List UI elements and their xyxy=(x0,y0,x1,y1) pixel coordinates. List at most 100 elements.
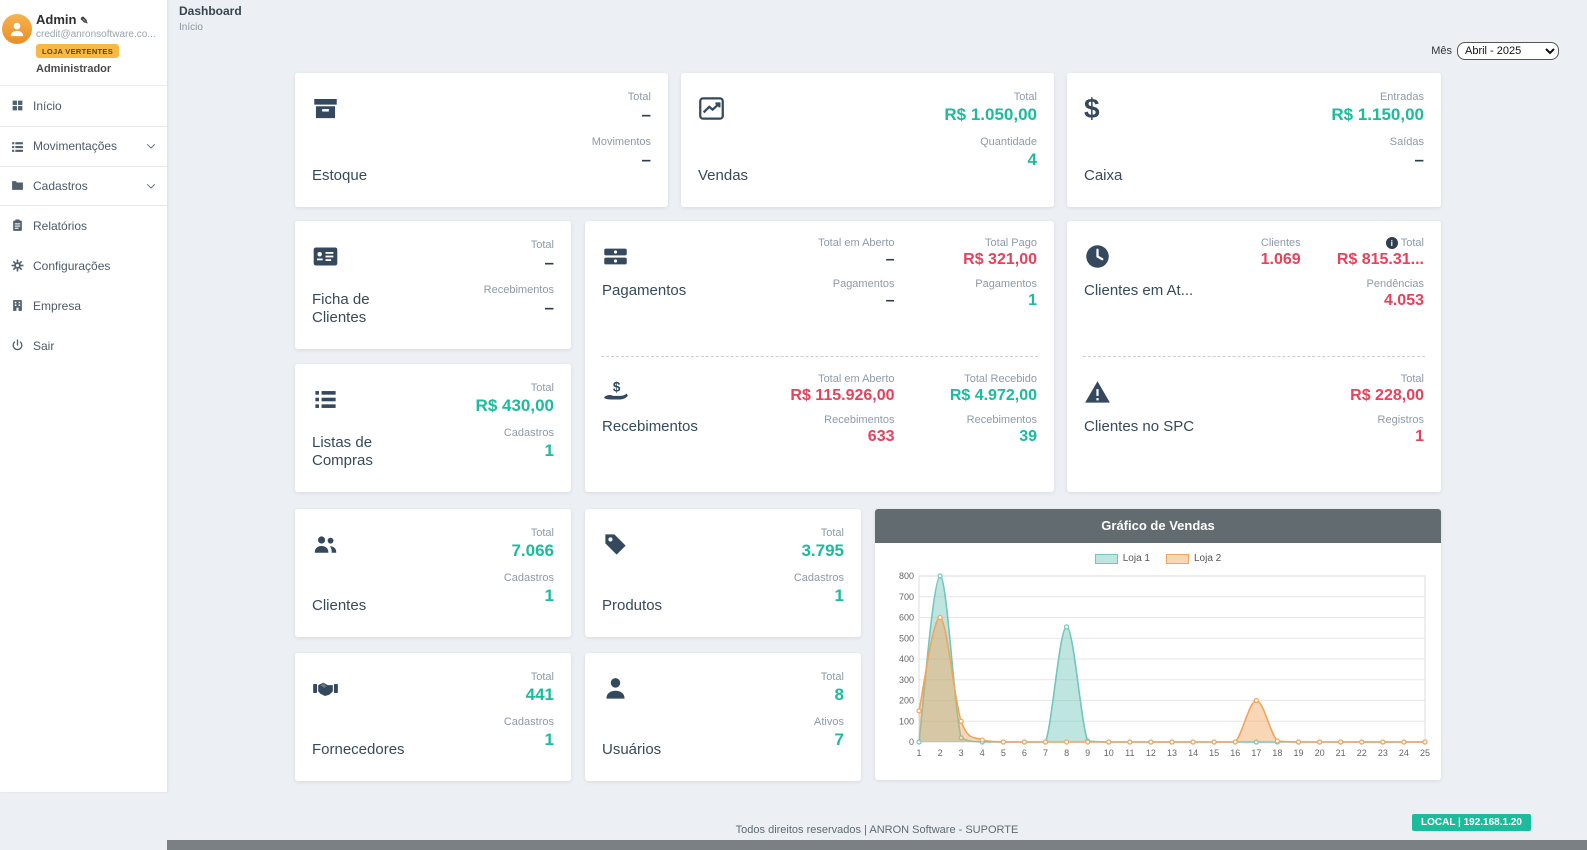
svg-text:7: 7 xyxy=(1043,748,1048,758)
breadcrumb[interactable]: Início xyxy=(179,22,242,33)
stat-label: Clientes xyxy=(1202,237,1301,249)
stat-label: Ativos xyxy=(814,716,844,728)
stat-value: 4.053 xyxy=(1301,292,1424,310)
legend-item[interactable]: Loja 1 xyxy=(1095,553,1150,564)
stat-label: Pagamentos xyxy=(895,278,1038,290)
menu-label: Cadastros xyxy=(33,179,88,193)
svg-text:2: 2 xyxy=(938,748,943,758)
stat-value: – xyxy=(592,105,651,125)
card-title: Estoque xyxy=(312,167,424,189)
svg-text:17: 17 xyxy=(1251,748,1261,758)
stat-label: Total em Aberto xyxy=(752,237,895,249)
svg-text:25: 25 xyxy=(1420,748,1430,758)
power-icon xyxy=(10,339,25,352)
svg-text:100: 100 xyxy=(899,716,914,726)
stat-value: 1 xyxy=(895,292,1038,310)
card-title: Produtos xyxy=(602,597,714,619)
building-icon xyxy=(10,299,25,312)
stat-label: Cadastros xyxy=(504,716,554,728)
sidebar-item-empresa[interactable]: Empresa xyxy=(0,286,167,326)
info-icon[interactable]: i xyxy=(1386,237,1398,249)
svg-text:0: 0 xyxy=(909,737,914,747)
svg-text:8: 8 xyxy=(1064,748,1069,758)
legend-label: Loja 1 xyxy=(1123,553,1150,564)
svg-text:14: 14 xyxy=(1188,748,1198,758)
sidebar-item-relatorios[interactable]: Relatórios xyxy=(0,206,167,246)
archive-icon xyxy=(312,95,424,122)
stat-label: Total xyxy=(476,382,554,394)
sidebar-menu: Início Movimentações Cadastros Relatório… xyxy=(0,86,167,366)
stat-label: Total xyxy=(814,671,844,683)
svg-text:200: 200 xyxy=(899,696,914,706)
edit-profile-icon[interactable]: ✎ xyxy=(80,16,88,27)
stat-label: Cadastros xyxy=(794,572,844,584)
sidebar-item-inicio[interactable]: Início xyxy=(0,86,167,126)
stat-label: Movimentos xyxy=(592,136,651,148)
sidebar-item-configuracoes[interactable]: Configurações xyxy=(0,246,167,286)
sidebar-item-sair[interactable]: Sair xyxy=(0,326,167,366)
svg-text:15: 15 xyxy=(1209,748,1219,758)
menu-label: Início xyxy=(33,99,62,113)
card-clientes-atraso-spc: Clientes em At... Clientes1.069 iTotalR$… xyxy=(1067,221,1441,492)
id-card-icon xyxy=(312,243,424,270)
avatar xyxy=(2,14,32,44)
local-badge: LOCAL | 192.168.1.20 xyxy=(1412,814,1531,831)
stat-label: Total xyxy=(794,527,844,539)
card-usuarios: Usuários Total8 Ativos7 xyxy=(585,653,861,781)
stat-value: 1 xyxy=(794,586,844,606)
chart-line-icon xyxy=(698,95,810,122)
stat-label: iTotal xyxy=(1301,237,1424,249)
stat-value: 1 xyxy=(476,441,554,461)
svg-text:4: 4 xyxy=(980,748,985,758)
page-header: Dashboard Início xyxy=(179,4,242,33)
sidebar-item-cadastros[interactable]: Cadastros xyxy=(0,166,167,206)
clipboard-icon xyxy=(10,219,25,232)
menu-label: Configurações xyxy=(33,259,110,273)
stat-label: Cadastros xyxy=(504,572,554,584)
stat-value: 8 xyxy=(814,685,844,705)
pagamentos-section: Pagamentos Total em Aberto– Pagamentos– … xyxy=(585,221,1054,356)
legend-swatch xyxy=(1095,554,1118,564)
card-title: Clientes no SPC xyxy=(1084,418,1202,436)
month-select[interactable]: Abril - 2025 xyxy=(1457,42,1559,60)
folder-icon xyxy=(10,179,25,192)
legend-swatch xyxy=(1166,554,1189,564)
stat-value: 1 xyxy=(504,730,554,750)
card-fornecedores: Fornecedores Total441 Cadastros1 xyxy=(295,653,571,781)
card-title: Usuários xyxy=(602,741,714,763)
stat-label: Total xyxy=(504,527,554,539)
stat-value: 1 xyxy=(504,586,554,606)
stat-label: Total Pago xyxy=(895,237,1038,249)
stat-label: Total xyxy=(592,91,651,103)
stat-value: 39 xyxy=(895,428,1038,446)
stat-value: 1 xyxy=(1202,428,1424,446)
svg-text:12: 12 xyxy=(1146,748,1156,758)
tag-icon xyxy=(602,531,714,558)
stat-value: R$ 115.926,00 xyxy=(752,387,895,405)
stat-value: – xyxy=(752,292,895,310)
stat-value: – xyxy=(1331,150,1424,170)
card-title: Clientes xyxy=(312,597,424,619)
stat-value: – xyxy=(752,251,895,269)
users-icon xyxy=(312,531,424,558)
handshake-icon xyxy=(312,675,424,702)
stat-label: Total xyxy=(504,671,554,683)
card-pagamentos-recebimentos: Pagamentos Total em Aberto– Pagamentos– … xyxy=(585,221,1054,492)
sidebar-item-movimentacoes[interactable]: Movimentações xyxy=(0,126,167,166)
stat-value: 633 xyxy=(752,428,895,446)
stat-label: Registros xyxy=(1202,414,1424,426)
user-profile: Admin ✎ credit@anronsoftware.co... LOJA … xyxy=(0,0,167,86)
stat-label: Cadastros xyxy=(476,427,554,439)
dollar-icon: $ xyxy=(1084,95,1196,123)
svg-text:400: 400 xyxy=(899,654,914,664)
sidebar: Admin ✎ credit@anronsoftware.co... LOJA … xyxy=(0,0,167,792)
card-title: Recebimentos xyxy=(602,418,752,436)
chart-body: Loja 1Loja 2 010020030040050060070080012… xyxy=(875,543,1441,780)
chart-title: Gráfico de Vendas xyxy=(875,509,1441,543)
svg-text:800: 800 xyxy=(899,571,914,581)
list-icon xyxy=(312,386,424,413)
stat-value: R$ 430,00 xyxy=(476,396,554,416)
legend-item[interactable]: Loja 2 xyxy=(1166,553,1221,564)
footer-strip xyxy=(167,840,1587,850)
svg-text:700: 700 xyxy=(899,592,914,602)
